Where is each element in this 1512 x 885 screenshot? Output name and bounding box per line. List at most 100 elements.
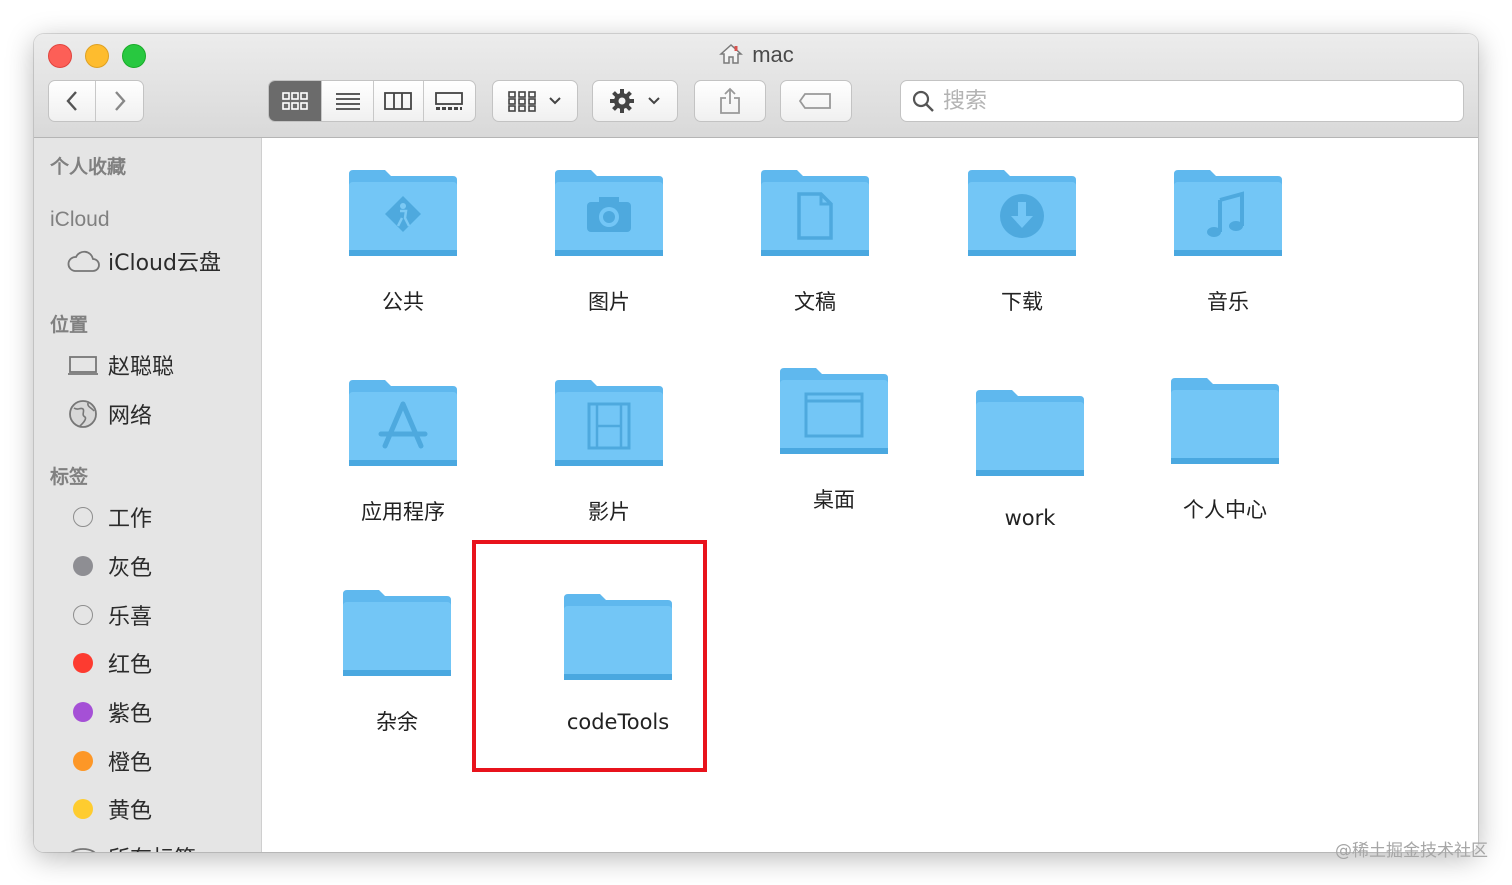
sidebar: 个人收藏 iCloud iCloud云盘 位置 赵聪聪 网络 标签 工作 灰色 … (34, 138, 262, 852)
file-item-label: 杂余 (376, 710, 418, 734)
sidebar-item-label: 橙色 (108, 751, 153, 776)
file-item-label: 图片 (588, 290, 630, 314)
file-item-documents[interactable]: 文稿 (720, 166, 910, 316)
sidebar-tag-gray[interactable]: 灰色 (66, 549, 152, 583)
gear-icon (610, 89, 634, 113)
downloads-folder-icon (968, 170, 1076, 256)
icon-view-button[interactable] (269, 81, 323, 121)
chevron-right-icon (114, 91, 126, 111)
tag-dot-icon (73, 799, 93, 819)
group-button[interactable] (492, 80, 578, 122)
cloud-icon (66, 247, 100, 275)
tag-button[interactable] (780, 80, 852, 122)
file-item-label: work (1004, 506, 1056, 530)
file-grid: 公共 图片 文稿 下载 音乐 应用程序 影片 桌面 work 个人中心 杂余 c… (263, 138, 1478, 852)
sidebar-heading-locations: 位置 (50, 314, 89, 336)
finder-window: mac 搜索 个人收藏 iCloud iCloud云盘 位置 赵聪聪 网络 标签… (34, 34, 1478, 852)
sidebar-item-label: 红色 (108, 653, 153, 678)
file-item-downloads[interactable]: 下载 (927, 166, 1117, 316)
tag-dot-icon (73, 556, 93, 576)
sidebar-heading-icloud: iCloud (50, 208, 110, 231)
file-item-label: 公共 (382, 290, 424, 314)
highlight-box (472, 540, 707, 772)
sidebar-item-network[interactable]: 网络 (66, 397, 152, 431)
sidebar-item-label: iCloud云盘 (108, 251, 221, 276)
sidebar-tag-purple[interactable]: 紫色 (66, 695, 152, 729)
file-item-misc[interactable]: 杂余 (302, 586, 492, 736)
sidebar-tag-lexi[interactable]: 乐喜 (66, 598, 152, 632)
sidebar-item-label: 所有标签... (108, 841, 217, 852)
sidebar-all-tags[interactable]: 所有标签... (66, 840, 217, 852)
sidebar-tag-orange[interactable]: 橙色 (66, 744, 152, 778)
file-item-music[interactable]: 音乐 (1133, 166, 1323, 316)
sidebar-item-label: 紫色 (108, 702, 153, 727)
file-item-desktop[interactable]: 桌面 (739, 364, 929, 514)
share-button[interactable] (694, 80, 766, 122)
home-icon (718, 43, 744, 71)
sidebar-tag-work[interactable]: 工作 (66, 500, 152, 534)
folder-icon (976, 390, 1084, 476)
file-item-movies[interactable]: 影片 (514, 376, 704, 526)
file-item-label: 桌面 (813, 488, 855, 512)
tag-icon (799, 93, 831, 109)
view-mode-control (268, 80, 476, 122)
search-input[interactable] (943, 88, 1423, 114)
file-item-label: 个人中心 (1183, 498, 1267, 522)
tag-dot-icon (73, 653, 93, 673)
share-icon (720, 87, 740, 114)
applications-folder-icon (349, 380, 457, 466)
tags-icon (66, 843, 100, 852)
sidebar-heading-favorites: 个人收藏 (50, 156, 127, 178)
file-item-label: 文稿 (794, 290, 836, 314)
sidebar-item-icloud-drive[interactable]: iCloud云盘 (66, 244, 221, 278)
list-view-button[interactable] (322, 81, 374, 121)
sidebar-item-label: 灰色 (108, 556, 153, 581)
chevron-down-icon (648, 97, 660, 105)
file-item-label: 下载 (1001, 290, 1043, 314)
desktop-folder-icon (780, 368, 888, 454)
grid-icon (508, 91, 536, 112)
file-item-work[interactable]: work (935, 386, 1125, 530)
sidebar-tag-yellow[interactable]: 黄色 (66, 792, 152, 826)
nav-buttons (48, 80, 144, 122)
folder-icon (343, 590, 451, 676)
file-item-personal-center[interactable]: 个人中心 (1130, 374, 1320, 524)
file-item-label: 应用程序 (361, 500, 445, 524)
columns-icon (384, 92, 413, 110)
file-item-applications[interactable]: 应用程序 (308, 376, 498, 526)
forward-button[interactable] (96, 81, 143, 121)
list-icon (335, 93, 360, 110)
file-item-public[interactable]: 公共 (308, 166, 498, 316)
tag-dot-icon (73, 507, 93, 527)
file-item-label: 音乐 (1207, 290, 1249, 314)
sidebar-item-label: 赵聪聪 (108, 355, 175, 380)
chevron-left-icon (66, 91, 77, 111)
window-title-text: mac (752, 42, 794, 67)
sidebar-item-computer[interactable]: 赵聪聪 (66, 348, 174, 382)
sidebar-item-label: 乐喜 (108, 605, 153, 630)
sidebar-item-label: 工作 (108, 507, 153, 532)
public-folder-icon (349, 170, 457, 256)
globe-icon (66, 400, 100, 428)
file-item-pictures[interactable]: 图片 (514, 166, 704, 316)
sidebar-heading-tags: 标签 (50, 466, 89, 488)
watermark: @稀土掘金技术社区 (1335, 841, 1488, 861)
folder-icon (1171, 378, 1279, 464)
tag-dot-icon (73, 751, 93, 771)
search-field[interactable] (900, 80, 1464, 122)
movies-folder-icon (555, 380, 663, 466)
sidebar-item-label: 网络 (108, 404, 153, 429)
column-view-button[interactable] (374, 81, 424, 121)
tag-dot-icon (73, 605, 93, 625)
back-button[interactable] (49, 81, 97, 121)
documents-folder-icon (761, 170, 869, 256)
sidebar-tag-red[interactable]: 红色 (66, 646, 152, 680)
laptop-icon (66, 351, 100, 379)
file-item-label: 影片 (588, 500, 630, 524)
pictures-folder-icon (555, 170, 663, 256)
action-button[interactable] (592, 80, 678, 122)
tag-dot-icon (73, 702, 93, 722)
search-icon (912, 90, 934, 112)
gallery-view-button[interactable] (424, 81, 476, 121)
window-title: mac (34, 42, 1478, 71)
